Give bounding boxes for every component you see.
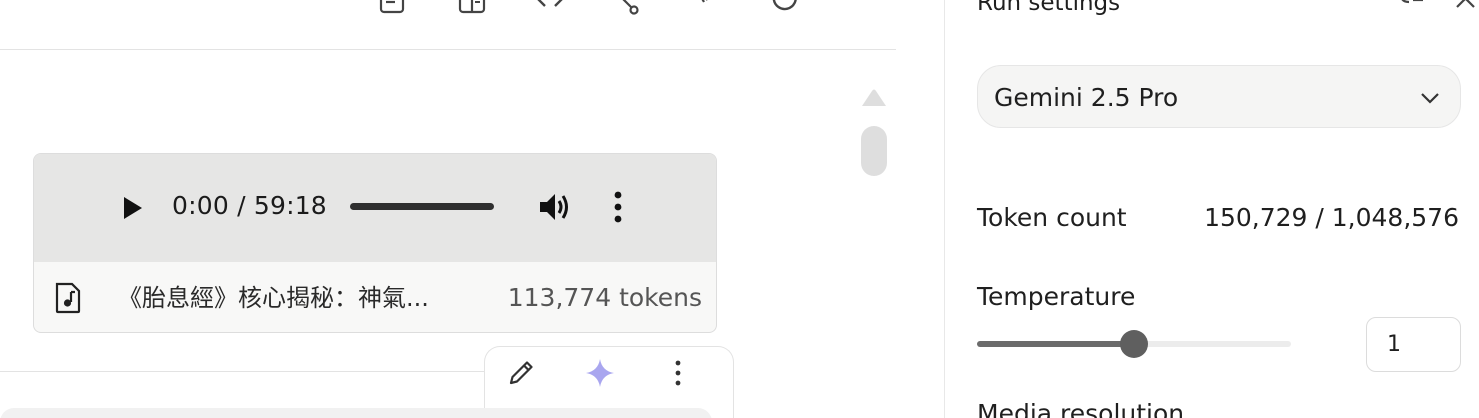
more-vert-icon[interactable] [662,357,694,389]
scrollbar-thumb[interactable] [861,126,887,176]
chat-pane: 0:00 / 59:18 《胎息經》核心揭秘：神氣... 113,774 tok… [0,0,896,418]
run-settings-panel: Run settings Gemini 2.5 Pro Token count … [944,0,1479,418]
more-vert-icon[interactable] [850,0,880,16]
audio-attachment-card: 0:00 / 59:18 《胎息經》核心揭秘：神氣... 113,774 tok… [33,153,717,333]
settings-title: Run settings [977,0,1121,16]
model-name: Gemini 2.5 Pro [994,83,1179,112]
file-token-count: 113,774 tokens [507,283,702,312]
audio-menu-icon[interactable] [606,190,630,224]
top-toolbar [0,0,896,50]
close-icon[interactable] [1452,0,1479,18]
audio-time: 0:00 / 59:18 [172,191,327,220]
play-icon[interactable] [118,194,146,222]
media-resolution-label: Media resolution [977,399,1185,418]
temperature-label: Temperature [977,282,1136,311]
slider-thumb[interactable] [1120,330,1148,358]
volume-icon[interactable] [538,190,572,224]
message-divider [0,371,484,372]
temperature-slider[interactable] [977,330,1291,358]
chevron-down-icon [1421,93,1439,104]
share-icon[interactable] [612,0,642,16]
notes-icon[interactable] [377,0,407,16]
file-info-row: 《胎息經》核心揭秘：神氣... 113,774 tokens [34,262,716,332]
edit-icon[interactable] [505,357,537,389]
app-root: 0:00 / 59:18 《胎息經》核心揭秘：神氣... 113,774 tok… [0,0,1479,418]
audio-file-icon [55,282,81,314]
token-count-value: 150,729 / 1,048,576 [1204,203,1459,232]
slider-fill [977,341,1134,347]
refresh-icon[interactable] [771,0,801,16]
scroll-up-arrow[interactable] [859,86,889,108]
audio-player: 0:00 / 59:18 [34,154,716,262]
code-icon[interactable] [535,0,565,16]
temperature-input[interactable] [1366,317,1461,372]
compare-icon[interactable] [457,0,487,16]
next-message-box [0,408,712,418]
token-count-label: Token count [977,203,1127,232]
model-select[interactable]: Gemini 2.5 Pro [977,65,1461,128]
reset-settings-icon[interactable] [1395,0,1425,18]
sparkle-icon[interactable] [584,357,616,389]
branch-icon[interactable] [690,0,720,16]
audio-progress-bar[interactable] [350,203,494,210]
file-name[interactable]: 《胎息經》核心揭秘：神氣... [118,282,429,314]
